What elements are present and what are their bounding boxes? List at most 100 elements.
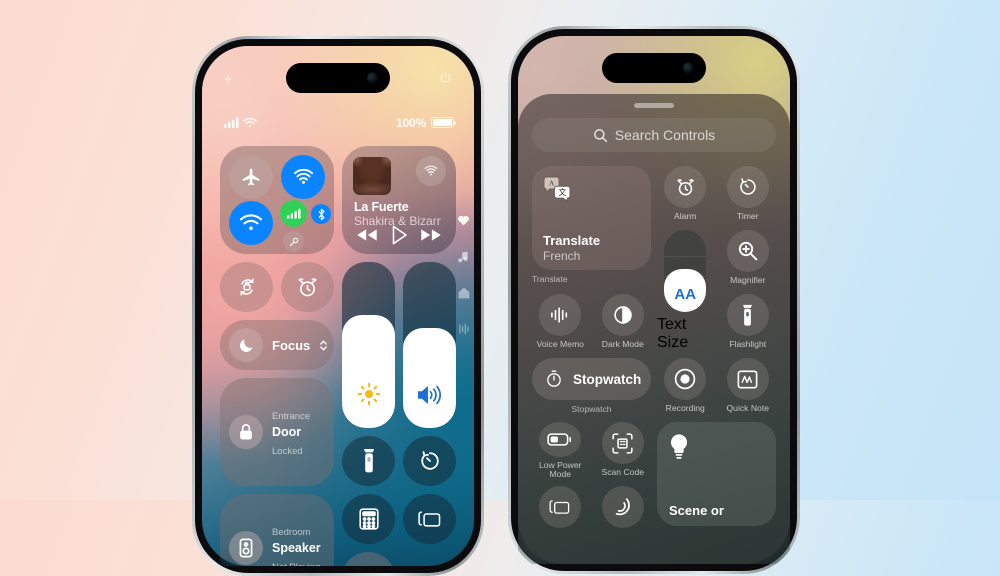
gallery-item-dark-mode[interactable]: Dark Mode [595, 294, 652, 352]
search-controls-input[interactable]: Search Controls [532, 118, 776, 152]
home-tile-text: Bedroom Speaker Not Playing [272, 522, 321, 566]
screen-mirroring-icon [539, 486, 582, 528]
vpn-icon[interactable] [283, 231, 304, 252]
gallery-item-label: Quick Note [726, 403, 769, 413]
home-tile-door[interactable]: Entrance Door Locked [220, 378, 334, 486]
extra-control-button[interactable] [342, 552, 395, 566]
gallery-item-text-size[interactable]: AA Text Size [657, 230, 714, 352]
gallery-item-label: Low Power Mode [538, 459, 582, 480]
scene-card[interactable]: Scene or [657, 422, 776, 526]
low-battery-icon [539, 422, 582, 457]
home-tile-room: Entrance [272, 411, 311, 423]
brightness-slider[interactable] [342, 262, 395, 428]
gallery-item-scene[interactable]: Scene or [657, 422, 776, 544]
battery-full-icon [431, 117, 456, 128]
album-artwork [353, 157, 391, 195]
gallery-item-extra[interactable] [532, 486, 589, 544]
gallery-item-quick-note[interactable]: Quick Note [720, 358, 777, 416]
lightbulb-icon [668, 433, 765, 463]
gallery-item-low-power-mode[interactable]: Low Power Mode [532, 422, 589, 480]
gallery-item-extra[interactable] [595, 486, 652, 544]
text-size-value: AA [674, 286, 697, 303]
flashlight-icon [726, 294, 769, 336]
phone-screen-left: + 100% La Fuerte Shakira & Bizarr Focus … [202, 46, 474, 566]
translate-subtitle: French [543, 249, 581, 263]
screenshot-stage: + 100% La Fuerte Shakira & Bizarr Focus … [0, 0, 1000, 576]
gallery-item-label: Flashlight [729, 339, 767, 349]
lock-icon [229, 415, 263, 449]
sheet-grabber[interactable] [634, 103, 674, 108]
rotation-lock-button[interactable] [220, 262, 273, 312]
svg-text:A: A [549, 179, 555, 188]
now-playing-widget[interactable]: La Fuerte Shakira & Bizarr [342, 146, 456, 254]
record-icon [664, 358, 707, 400]
airplane-mode-icon[interactable] [229, 155, 273, 199]
brightness-sun-icon [357, 382, 381, 406]
focus-button[interactable]: Focus [220, 320, 334, 370]
play-icon[interactable] [391, 225, 408, 245]
home-icon[interactable] [458, 287, 470, 299]
alarm-clock-icon [664, 166, 707, 208]
music-note-icon[interactable] [458, 250, 469, 263]
gallery-item-label: Translate [532, 274, 568, 284]
airdrop-icon[interactable] [281, 155, 325, 199]
track-info: La Fuerte Shakira & Bizarr [354, 200, 448, 228]
power-icon[interactable] [439, 71, 452, 84]
stopwatch-bar[interactable]: Stopwatch [532, 358, 651, 400]
timer-icon [726, 166, 769, 208]
volume-speaker-icon [416, 384, 443, 406]
gallery-item-label: Voice Memo [536, 339, 584, 349]
connectivity-module[interactable] [220, 146, 334, 254]
fast-forward-icon[interactable] [420, 228, 442, 242]
flashlight-button[interactable] [342, 436, 395, 486]
gallery-item-stopwatch[interactable]: Stopwatch Stopwatch [532, 358, 651, 416]
text-size-slider[interactable]: AA [664, 230, 707, 312]
gallery-item-recording[interactable]: Recording [657, 358, 714, 416]
stopwatch-title: Stopwatch [573, 371, 642, 387]
chevron-updown-icon[interactable] [319, 339, 328, 352]
cellular-signal-icon [224, 117, 239, 128]
dark-mode-icon [601, 294, 644, 336]
gallery-item-scan-code[interactable]: Scan Code [595, 422, 652, 480]
phone-screen-right: Search Controls A 文 Translate French Tra… [518, 36, 790, 564]
gallery-item-timer[interactable]: Timer [720, 166, 777, 224]
gallery-item-magnifier[interactable]: Magnifier [720, 230, 777, 288]
voice-memo-icon [539, 294, 582, 336]
home-tile-name: Door [272, 425, 302, 440]
airplay-icon[interactable] [416, 156, 446, 186]
screen-mirroring-button[interactable] [403, 494, 456, 544]
front-camera-icon [683, 62, 694, 74]
alarm-clock-button[interactable] [281, 262, 334, 312]
home-tile-state: Locked [272, 445, 303, 457]
accessibility-icon[interactable] [458, 323, 470, 335]
sound-recognition-icon [601, 486, 644, 528]
home-tile-speaker[interactable]: Bedroom Speaker Not Playing [220, 494, 334, 566]
translate-card[interactable]: A 文 Translate French [532, 166, 651, 270]
status-right: 100% [396, 116, 456, 130]
rewind-icon[interactable] [356, 228, 378, 242]
cellular-data-icon[interactable] [280, 200, 307, 227]
gallery-item-translate[interactable]: A 文 Translate French Translate [532, 166, 651, 288]
heart-icon[interactable] [457, 214, 470, 226]
gallery-item-label: Alarm [674, 211, 697, 221]
wifi-toggle-icon[interactable] [229, 201, 273, 245]
transport-controls [356, 225, 442, 245]
iphone-right: Search Controls A 文 Translate French Tra… [508, 26, 800, 574]
quick-note-icon [726, 358, 769, 400]
controls-gallery-grid: A 文 Translate French Translate Alarm Tim… [532, 166, 776, 544]
translate-title: Translate [543, 233, 601, 248]
translate-icon: A 文 [542, 176, 641, 202]
gallery-item-voice-memo[interactable]: Voice Memo [532, 294, 589, 352]
gallery-item-label: Recording [665, 403, 705, 413]
focus-label: Focus [272, 337, 311, 353]
volume-slider[interactable] [403, 262, 456, 428]
speaker-icon [229, 531, 263, 565]
gallery-item-flashlight[interactable]: Flashlight [720, 294, 777, 352]
track-title: La Fuerte [354, 200, 409, 214]
timer-button[interactable] [403, 436, 456, 486]
add-control-button[interactable]: + [224, 72, 233, 87]
calculator-button[interactable] [342, 494, 395, 544]
bluetooth-icon[interactable] [311, 204, 331, 224]
home-tile-name: Speaker [272, 541, 321, 556]
gallery-item-alarm[interactable]: Alarm [657, 166, 714, 224]
